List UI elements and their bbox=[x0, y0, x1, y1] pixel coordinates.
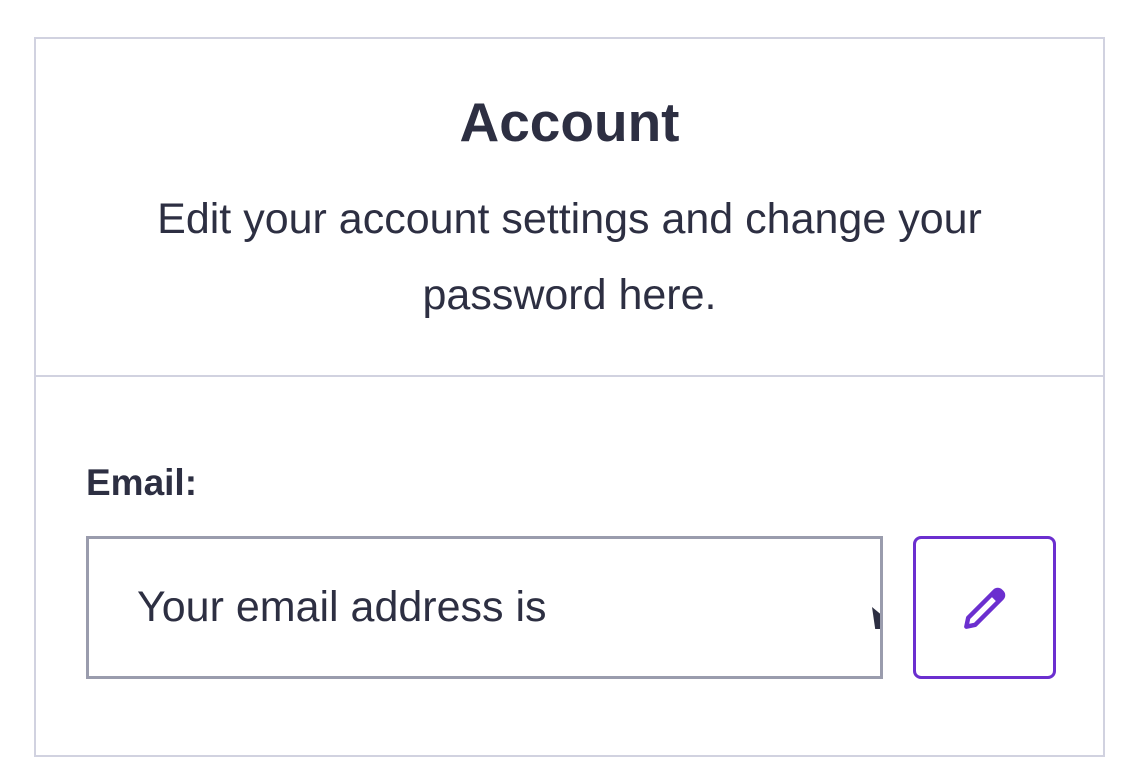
email-label: Email: bbox=[86, 462, 198, 503]
pencil-icon bbox=[963, 587, 1005, 629]
page-subtitle: Edit your account settings and change yo… bbox=[157, 195, 982, 319]
email-field[interactable]: Your email address is bbox=[86, 536, 883, 679]
account-header: Account Edit your account settings and c… bbox=[36, 39, 1103, 377]
account-card: Account Edit your account settings and c… bbox=[34, 37, 1105, 757]
page-title: Account bbox=[459, 91, 680, 153]
email-value: Your email address is bbox=[137, 583, 547, 631]
email-overflow-glyph bbox=[872, 607, 880, 629]
edit-email-button[interactable] bbox=[913, 536, 1056, 679]
